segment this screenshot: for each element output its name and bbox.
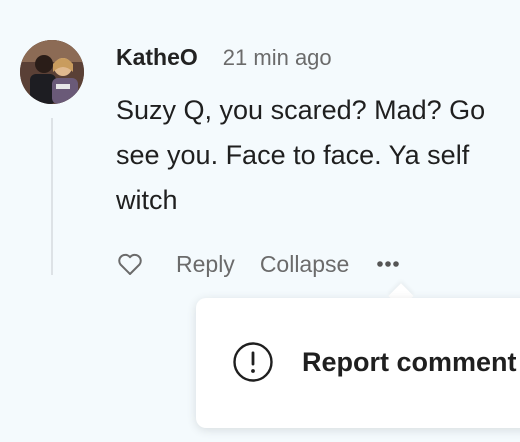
comment-actions: Reply Collapse (116, 248, 400, 280)
heart-icon (118, 253, 142, 275)
ellipsis-icon (377, 261, 400, 267)
collapse-button[interactable]: Collapse (260, 251, 350, 278)
author-name[interactable]: KatheO (116, 44, 198, 71)
avatar-photo (20, 40, 84, 104)
more-options-button[interactable] (376, 252, 400, 276)
report-comment-label: Report comment (302, 346, 517, 377)
comment-line: Suzy Q, you scared? Mad? Go (116, 95, 486, 125)
comment-timestamp[interactable]: 21 min ago (223, 45, 332, 71)
alert-circle-icon (233, 342, 273, 382)
avatar[interactable] (20, 40, 84, 104)
report-comment-menu-item[interactable]: Report comment (232, 341, 517, 383)
thread-line (51, 118, 53, 275)
like-button[interactable] (116, 250, 144, 278)
comment-line: see you. Face to face. Ya self (116, 140, 470, 170)
comment-header: KatheO 21 min ago (116, 44, 332, 71)
comment-thread: KatheO 21 min ago Suzy Q, you scared? Ma… (0, 0, 520, 442)
reply-button[interactable]: Reply (176, 251, 235, 278)
comment-line: witch (116, 185, 178, 215)
comment-body: Suzy Q, you scared? Mad? Go see you. Fac… (116, 88, 520, 223)
